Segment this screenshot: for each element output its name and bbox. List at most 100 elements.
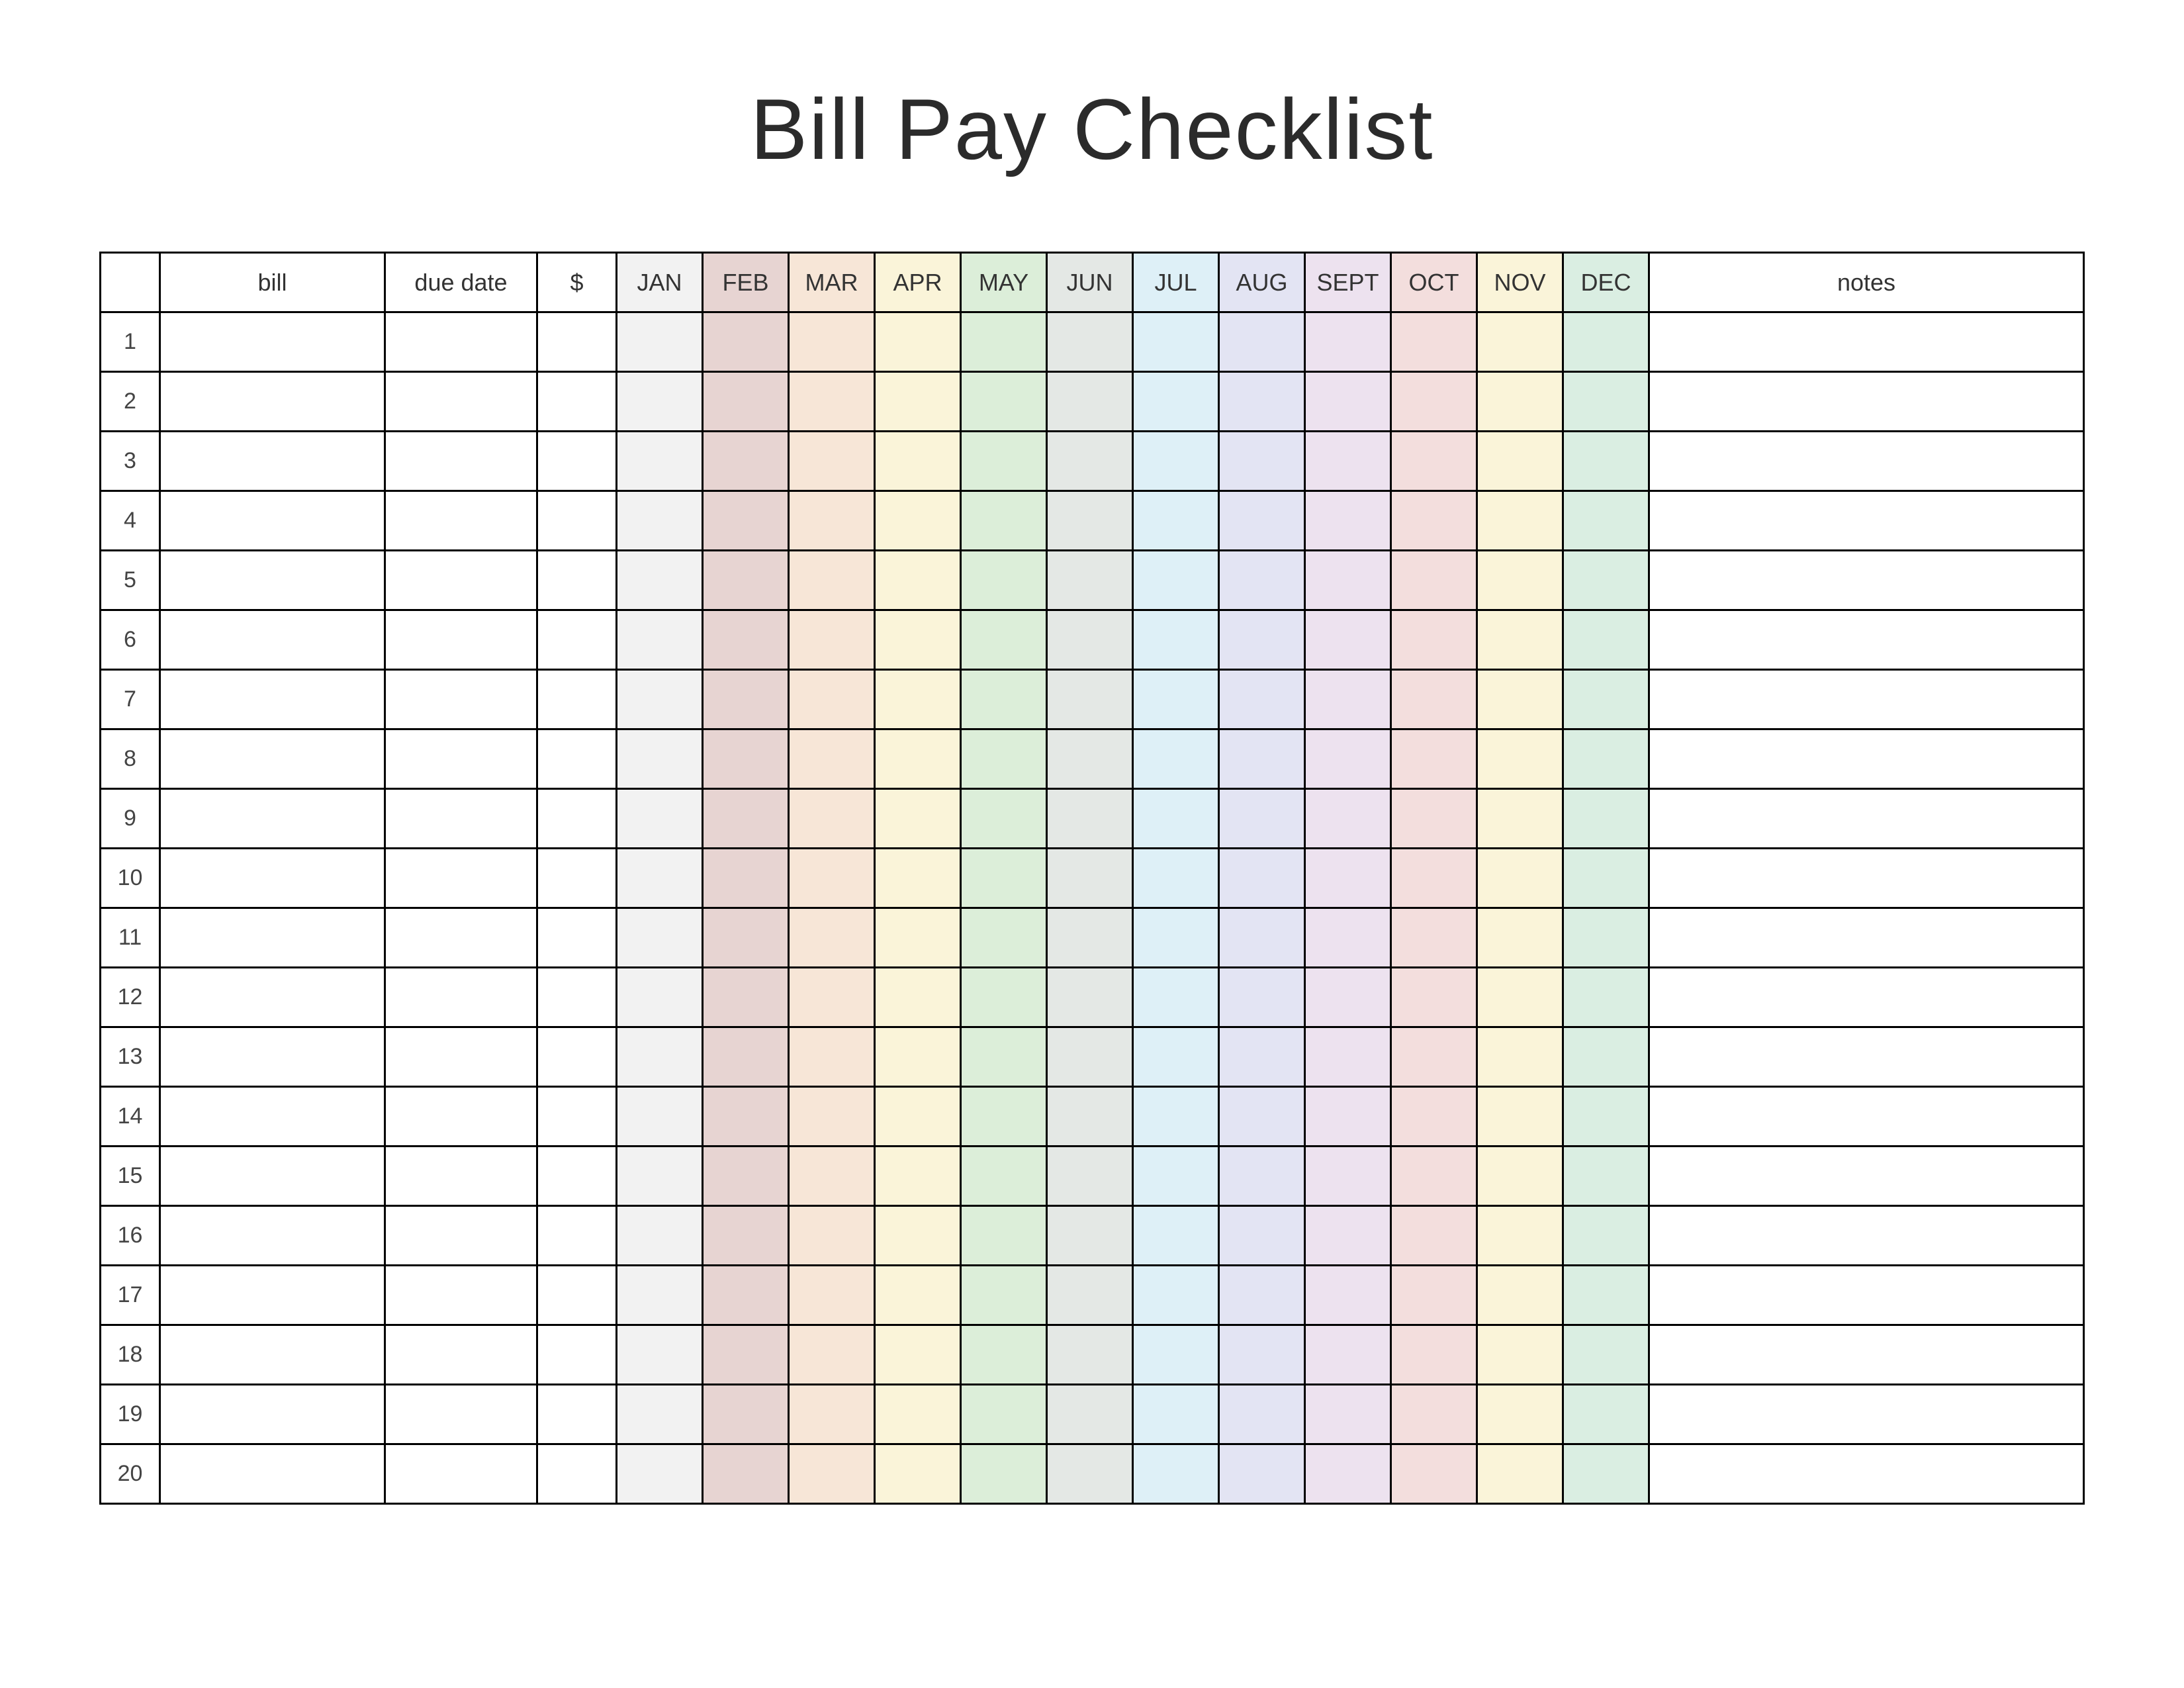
month-cell[interactable] xyxy=(617,551,703,610)
month-cell[interactable] xyxy=(1133,1206,1219,1266)
month-cell[interactable] xyxy=(703,670,789,729)
month-cell[interactable] xyxy=(789,1385,875,1444)
month-cell[interactable] xyxy=(789,729,875,789)
month-cell[interactable] xyxy=(875,1027,961,1087)
amount-cell[interactable] xyxy=(537,491,617,551)
notes-cell[interactable] xyxy=(1649,491,2084,551)
month-cell[interactable] xyxy=(703,1325,789,1385)
month-cell[interactable] xyxy=(1047,372,1133,432)
month-cell[interactable] xyxy=(1133,849,1219,908)
due-date-cell[interactable] xyxy=(385,491,537,551)
bill-cell[interactable] xyxy=(160,1206,385,1266)
month-cell[interactable] xyxy=(961,670,1047,729)
amount-cell[interactable] xyxy=(537,729,617,789)
month-cell[interactable] xyxy=(703,1087,789,1147)
month-cell[interactable] xyxy=(1047,551,1133,610)
due-date-cell[interactable] xyxy=(385,432,537,491)
month-cell[interactable] xyxy=(1391,1027,1477,1087)
amount-cell[interactable] xyxy=(537,1147,617,1206)
month-cell[interactable] xyxy=(1219,491,1305,551)
month-cell[interactable] xyxy=(1391,729,1477,789)
month-cell[interactable] xyxy=(1391,670,1477,729)
month-cell[interactable] xyxy=(789,551,875,610)
month-cell[interactable] xyxy=(789,908,875,968)
month-cell[interactable] xyxy=(1219,1266,1305,1325)
month-cell[interactable] xyxy=(1305,729,1391,789)
amount-cell[interactable] xyxy=(537,1087,617,1147)
month-cell[interactable] xyxy=(1219,610,1305,670)
bill-cell[interactable] xyxy=(160,432,385,491)
month-cell[interactable] xyxy=(1391,1325,1477,1385)
bill-cell[interactable] xyxy=(160,849,385,908)
month-cell[interactable] xyxy=(1563,789,1649,849)
month-cell[interactable] xyxy=(1563,908,1649,968)
month-cell[interactable] xyxy=(1391,968,1477,1027)
month-cell[interactable] xyxy=(617,1325,703,1385)
month-cell[interactable] xyxy=(1563,432,1649,491)
amount-cell[interactable] xyxy=(537,1027,617,1087)
bill-cell[interactable] xyxy=(160,1147,385,1206)
month-cell[interactable] xyxy=(703,610,789,670)
month-cell[interactable] xyxy=(875,670,961,729)
month-cell[interactable] xyxy=(1563,312,1649,372)
month-cell[interactable] xyxy=(1047,849,1133,908)
month-cell[interactable] xyxy=(1477,312,1563,372)
month-cell[interactable] xyxy=(1563,1325,1649,1385)
amount-cell[interactable] xyxy=(537,372,617,432)
month-cell[interactable] xyxy=(789,432,875,491)
month-cell[interactable] xyxy=(961,372,1047,432)
month-cell[interactable] xyxy=(961,1206,1047,1266)
month-cell[interactable] xyxy=(1477,789,1563,849)
month-cell[interactable] xyxy=(1047,432,1133,491)
month-cell[interactable] xyxy=(617,1266,703,1325)
month-cell[interactable] xyxy=(1391,432,1477,491)
month-cell[interactable] xyxy=(703,908,789,968)
month-cell[interactable] xyxy=(789,491,875,551)
month-cell[interactable] xyxy=(1305,432,1391,491)
month-cell[interactable] xyxy=(789,968,875,1027)
month-cell[interactable] xyxy=(703,372,789,432)
month-cell[interactable] xyxy=(1563,1147,1649,1206)
amount-cell[interactable] xyxy=(537,908,617,968)
due-date-cell[interactable] xyxy=(385,610,537,670)
month-cell[interactable] xyxy=(961,432,1047,491)
bill-cell[interactable] xyxy=(160,1325,385,1385)
amount-cell[interactable] xyxy=(537,1206,617,1266)
month-cell[interactable] xyxy=(1047,1027,1133,1087)
month-cell[interactable] xyxy=(1477,1444,1563,1504)
notes-cell[interactable] xyxy=(1649,968,2084,1027)
bill-cell[interactable] xyxy=(160,1444,385,1504)
month-cell[interactable] xyxy=(1219,1325,1305,1385)
month-cell[interactable] xyxy=(617,1027,703,1087)
due-date-cell[interactable] xyxy=(385,908,537,968)
month-cell[interactable] xyxy=(617,1444,703,1504)
notes-cell[interactable] xyxy=(1649,789,2084,849)
month-cell[interactable] xyxy=(1133,1087,1219,1147)
month-cell[interactable] xyxy=(789,1266,875,1325)
notes-cell[interactable] xyxy=(1649,432,2084,491)
month-cell[interactable] xyxy=(875,1147,961,1206)
due-date-cell[interactable] xyxy=(385,1444,537,1504)
month-cell[interactable] xyxy=(617,729,703,789)
bill-cell[interactable] xyxy=(160,491,385,551)
month-cell[interactable] xyxy=(875,1266,961,1325)
month-cell[interactable] xyxy=(1047,1266,1133,1325)
due-date-cell[interactable] xyxy=(385,849,537,908)
month-cell[interactable] xyxy=(1305,491,1391,551)
month-cell[interactable] xyxy=(875,1444,961,1504)
month-cell[interactable] xyxy=(1219,372,1305,432)
month-cell[interactable] xyxy=(1563,1027,1649,1087)
month-cell[interactable] xyxy=(1219,968,1305,1027)
month-cell[interactable] xyxy=(961,729,1047,789)
notes-cell[interactable] xyxy=(1649,1325,2084,1385)
month-cell[interactable] xyxy=(1047,968,1133,1027)
amount-cell[interactable] xyxy=(537,312,617,372)
bill-cell[interactable] xyxy=(160,729,385,789)
month-cell[interactable] xyxy=(1477,1325,1563,1385)
month-cell[interactable] xyxy=(1219,1385,1305,1444)
month-cell[interactable] xyxy=(1477,1027,1563,1087)
month-cell[interactable] xyxy=(703,849,789,908)
due-date-cell[interactable] xyxy=(385,1206,537,1266)
month-cell[interactable] xyxy=(703,312,789,372)
notes-cell[interactable] xyxy=(1649,610,2084,670)
